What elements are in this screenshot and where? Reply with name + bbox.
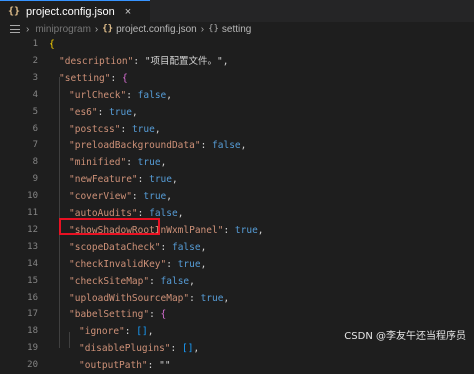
chevron-right-icon: › bbox=[26, 23, 30, 35]
code-text: "uploadWithSourceMap": true, bbox=[69, 292, 230, 304]
tab-label: project.config.json bbox=[26, 5, 115, 18]
code-text: "es6": true, bbox=[69, 106, 138, 118]
line-number: 15 bbox=[27, 275, 38, 286]
code-line: 3 "setting": { bbox=[0, 70, 474, 87]
code-text: "preloadBackgroundData": false, bbox=[69, 140, 247, 152]
tab-bar: {} project.config.json × bbox=[0, 0, 474, 22]
code-line: 7 "preloadBackgroundData": false, bbox=[0, 137, 474, 154]
code-editor[interactable]: 1{2 "description": "项目配置文件。", 3 "setting": … bbox=[0, 36, 474, 371]
code-line: 15 "checkSiteMap": false, bbox=[0, 273, 474, 290]
code-text: "checkSiteMap": false, bbox=[69, 275, 195, 287]
close-icon[interactable]: × bbox=[125, 6, 131, 18]
line-number: 16 bbox=[27, 292, 38, 303]
line-number: 8 bbox=[32, 157, 38, 168]
code-text: "disablePlugins": [], bbox=[79, 343, 200, 355]
code-text: "minified": true, bbox=[69, 157, 167, 169]
line-number: 10 bbox=[27, 191, 38, 202]
breadcrumb-symbol[interactable]: setting bbox=[222, 24, 251, 35]
line-number: 14 bbox=[27, 258, 38, 269]
line-number: 9 bbox=[32, 174, 38, 185]
breadcrumb-folder[interactable]: miniprogram bbox=[35, 24, 91, 35]
object-icon: {} bbox=[208, 24, 219, 34]
watermark: CSDN @李友午还当程序员 bbox=[344, 331, 466, 342]
code-line: 8 "minified": true, bbox=[0, 154, 474, 171]
code-line: 6 "postcss": true, bbox=[0, 121, 474, 138]
line-number: 7 bbox=[32, 140, 38, 151]
code-line: 1{ bbox=[0, 36, 474, 53]
json-file-icon: {} bbox=[8, 6, 21, 17]
code-text: "setting": { bbox=[59, 72, 128, 84]
line-number: 6 bbox=[32, 123, 38, 134]
code-text: "description": "项目配置文件。", bbox=[59, 55, 229, 67]
code-line: 14 "checkInvalidKey": true, bbox=[0, 256, 474, 273]
code-line: 2 "description": "项目配置文件。", bbox=[0, 53, 474, 70]
code-line: 19 "disablePlugins": [], bbox=[0, 340, 474, 357]
highlight-box bbox=[59, 218, 160, 235]
code-text: "ignore": [], bbox=[79, 326, 154, 338]
line-number: 1 bbox=[32, 39, 38, 49]
code-text: "checkInvalidKey": true, bbox=[69, 258, 207, 270]
code-text: "outputPath": "" bbox=[79, 360, 171, 372]
code-line: 17 "babelSetting": { bbox=[0, 306, 474, 323]
code-line: 13 "scopeDataCheck": false, bbox=[0, 239, 474, 256]
breadcrumb: › miniprogram › {} project.config.json ›… bbox=[0, 22, 474, 36]
line-number: 4 bbox=[32, 89, 38, 100]
breadcrumb-file[interactable]: project.config.json bbox=[116, 24, 197, 35]
code-line: 16 "uploadWithSourceMap": true, bbox=[0, 290, 474, 307]
code-line: 4 "urlCheck": false, bbox=[0, 87, 474, 104]
line-number: 12 bbox=[27, 224, 38, 235]
line-number: 5 bbox=[32, 106, 38, 117]
code-text: { bbox=[49, 39, 55, 50]
code-text: "scopeDataCheck": false, bbox=[69, 241, 207, 253]
code-text: "coverView": true, bbox=[69, 191, 173, 203]
line-number: 20 bbox=[27, 360, 38, 371]
tab-project-config[interactable]: {} project.config.json × bbox=[0, 0, 150, 22]
menu-icon[interactable] bbox=[10, 25, 20, 33]
line-number: 13 bbox=[27, 241, 38, 252]
code-text: "urlCheck": false, bbox=[69, 89, 173, 101]
line-number: 19 bbox=[27, 343, 38, 354]
line-number: 11 bbox=[27, 208, 38, 218]
code-text: "postcss": true, bbox=[69, 123, 161, 135]
code-line: 5 "es6": true, bbox=[0, 104, 474, 121]
line-number: 17 bbox=[27, 309, 38, 320]
code-line: 9 "newFeature": true, bbox=[0, 171, 474, 188]
code-text: "babelSetting": { bbox=[69, 309, 167, 321]
chevron-right-icon: › bbox=[200, 23, 205, 35]
code-text: "newFeature": true, bbox=[69, 174, 178, 186]
line-number: 2 bbox=[32, 55, 38, 66]
json-file-icon: {} bbox=[102, 24, 114, 34]
line-number: 18 bbox=[27, 326, 38, 337]
code-line: 10 "coverView": true, bbox=[0, 188, 474, 205]
code-line: 20 "outputPath": "" bbox=[0, 357, 474, 374]
chevron-right-icon: › bbox=[94, 23, 99, 35]
line-number: 3 bbox=[32, 72, 38, 83]
